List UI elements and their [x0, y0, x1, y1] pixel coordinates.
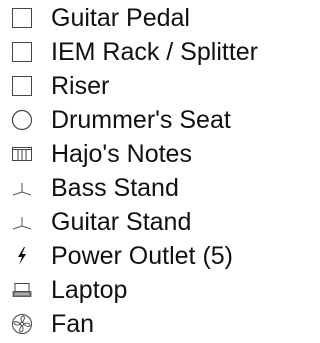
lightning-bolt-icon	[0, 239, 44, 273]
notes-icon	[0, 137, 44, 171]
square-outline-icon	[0, 69, 44, 103]
legend-item-label: IEM Rack / Splitter	[51, 38, 258, 66]
legend-item-label: Guitar Pedal	[51, 4, 190, 32]
legend-item-label: Hajo's Notes	[51, 140, 192, 168]
circle-outline-icon	[0, 103, 44, 137]
stand-icon	[0, 205, 44, 239]
square-outline-icon	[0, 35, 44, 69]
legend-item-label: Drummer's Seat	[51, 106, 231, 134]
laptop-icon	[0, 273, 44, 307]
legend-item-label: Riser	[51, 72, 110, 100]
legend-item-label: Guitar Stand	[51, 208, 192, 236]
legend-item-label: Laptop	[51, 276, 128, 304]
legend-item-label: Fan	[51, 310, 95, 338]
legend-item-label: Bass Stand	[51, 174, 179, 202]
legend-item-label: Power Outlet (5)	[51, 242, 234, 270]
stand-icon	[0, 171, 44, 205]
fan-icon	[0, 307, 44, 341]
legend-list: Guitar Pedal IEM Rack / Splitter Riser D…	[0, 0, 307, 343]
square-outline-icon	[0, 1, 44, 35]
